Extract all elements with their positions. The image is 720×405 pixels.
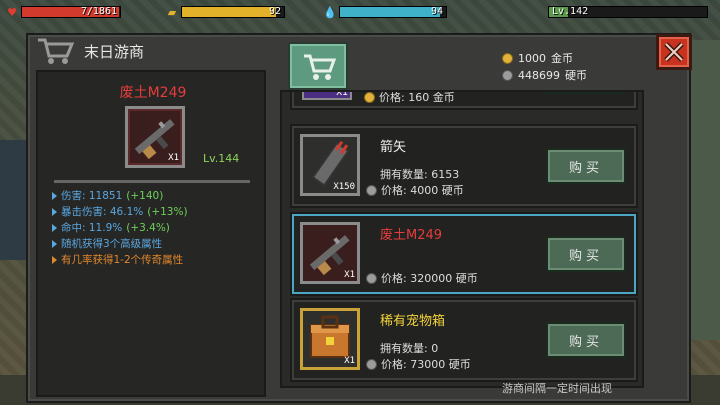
water-drop-icon: 💧 (323, 5, 337, 19)
stat-text: 暴击伤害: 46.1% (61, 206, 144, 218)
water-fill (340, 7, 440, 17)
buy-button[interactable] (546, 92, 626, 94)
currency-display: 1000 金币 448699 硬币 (502, 50, 587, 84)
gold-coin-icon (502, 53, 513, 64)
divider (54, 180, 250, 183)
shop-item-list[interactable]: X1 价格: 160 金币 X150 箭矢 拥有数量: 6153 价格: 400… (280, 90, 644, 388)
level-hud: Lv.142 (548, 4, 708, 20)
item-qty: X1 (336, 90, 348, 98)
stat-bonus: (+13%) (147, 206, 188, 218)
health-value: 7/1861 (80, 6, 117, 17)
energy-hud: ▰ 92 (166, 4, 285, 20)
energy-value: 92 (268, 6, 281, 17)
energy-bar: 92 (181, 6, 285, 18)
cart-icon (38, 38, 75, 64)
gold-balance: 1000 金币 (502, 50, 587, 67)
item-owned: 拥有数量: 6153 (380, 168, 460, 181)
stat-bonus: (+140) (126, 190, 164, 202)
silver-coin-icon (366, 358, 377, 370)
silver-coin-icon (366, 184, 377, 196)
stat-accuracy: 命中: 11.9% (+3.4%) (52, 220, 262, 236)
item-owned: 拥有数量: 0 (380, 342, 439, 355)
buy-button[interactable]: 购买 (546, 148, 626, 184)
stat-bonus: (+3.4%) (126, 222, 170, 234)
energy-fill (182, 7, 276, 17)
item-name: 废土M249 (380, 228, 443, 243)
bullet-arrow-icon (52, 240, 57, 248)
stat-text: 伤害: 11851 (61, 190, 123, 202)
cart-icon (304, 54, 337, 80)
energy-icon: ▰ (167, 5, 177, 19)
item-price-text: 价格: 73000 硬币 (381, 358, 471, 371)
selected-item-level: Lv.144 (203, 152, 240, 165)
item-price-text: 价格: 160 金币 (379, 91, 455, 104)
list-item[interactable]: X150 箭矢 拥有数量: 6153 价格: 4000 硬币 购买 (290, 124, 638, 208)
heart-icon: ♥ (7, 5, 17, 19)
stat-legendary-attrs: 有几率获得1-2个传奇属性 (52, 252, 262, 268)
list-item[interactable]: X1 价格: 160 金币 (290, 90, 638, 110)
stat-text: 有几率获得1-2个传奇属性 (61, 254, 184, 266)
selected-item-name: 废土M249 (119, 85, 187, 101)
shop-title: 末日游商 (84, 42, 145, 61)
health-bar: 7/1861 (21, 6, 121, 18)
item-icon-frame: X1 (300, 308, 360, 370)
item-name: 稀有宠物箱 (380, 314, 446, 329)
water-bar: 94 (339, 6, 447, 18)
item-detail-pane: 废土M249 X1 Lv.144 伤害: 11851 (+140) 暴击伤害: … (36, 70, 266, 397)
stat-crit: 暴击伤害: 46.1% (+13%) (52, 204, 262, 220)
level-value: Lv.142 (552, 6, 589, 17)
close-icon (664, 42, 684, 62)
item-qty: X1 (344, 270, 355, 280)
health-hud: ♥ 7/1861 (6, 4, 121, 20)
item-icon-frame: X1 (300, 222, 360, 284)
water-hud: 💧 94 (323, 4, 447, 20)
item-stats: 伤害: 11851 (+140) 暴击伤害: 46.1% (+13%) 命中: … (52, 188, 262, 268)
selected-item-icon-frame: X1 (125, 106, 185, 168)
item-name: 箭矢 (380, 140, 407, 155)
silver-balance: 448699 硬币 (502, 67, 587, 84)
item-price: 价格: 4000 硬币 (366, 182, 464, 198)
item-price-text: 价格: 320000 硬币 (381, 272, 478, 285)
item-icon-frame: X150 (300, 134, 360, 196)
gold-unit: 金币 (551, 52, 573, 65)
bullet-arrow-icon (52, 224, 57, 232)
silver-coin-icon (366, 272, 377, 284)
shop-header: 末日游商 (36, 36, 144, 66)
level-bar: Lv.142 (548, 6, 708, 18)
bullet-arrow-icon (52, 192, 57, 200)
selected-item-qty: X1 (168, 153, 179, 163)
purple-item-icon: X1 (302, 90, 352, 100)
bullet-arrow-icon (52, 208, 57, 216)
list-item[interactable]: X1 稀有宠物箱 拥有数量: 0 价格: 73000 硬币 购买 (290, 298, 638, 382)
water-value: 94 (430, 6, 443, 17)
gold-amount: 1000 (518, 52, 546, 65)
footer-note: 游商间隔一定时间出现 (502, 382, 612, 395)
bullet-arrow-icon (52, 256, 57, 264)
item-price: 价格: 73000 硬币 (366, 356, 471, 372)
stat-text: 命中: 11.9% (61, 222, 123, 234)
buy-button[interactable]: 购买 (546, 236, 626, 272)
gold-coin-icon (364, 92, 375, 103)
item-price-text: 价格: 4000 硬币 (381, 184, 464, 197)
item-qty: X150 (333, 182, 355, 192)
buy-button[interactable]: 购买 (546, 322, 626, 358)
stat-text: 随机获得3个高级属性 (61, 238, 163, 250)
stat-advanced-attrs: 随机获得3个高级属性 (52, 236, 262, 252)
silver-unit: 硬币 (565, 69, 587, 82)
item-price: 价格: 320000 硬币 (366, 270, 478, 286)
tab-shop[interactable] (288, 42, 348, 90)
close-button[interactable] (656, 34, 692, 70)
silver-amount: 448699 (518, 69, 560, 82)
item-qty: X1 (344, 356, 355, 366)
item-price: 价格: 160 金币 (364, 91, 455, 105)
stat-damage: 伤害: 11851 (+140) (52, 188, 262, 204)
list-item-selected[interactable]: X1 废土M249 价格: 320000 硬币 购买 (290, 212, 638, 296)
silver-coin-icon (502, 70, 513, 81)
